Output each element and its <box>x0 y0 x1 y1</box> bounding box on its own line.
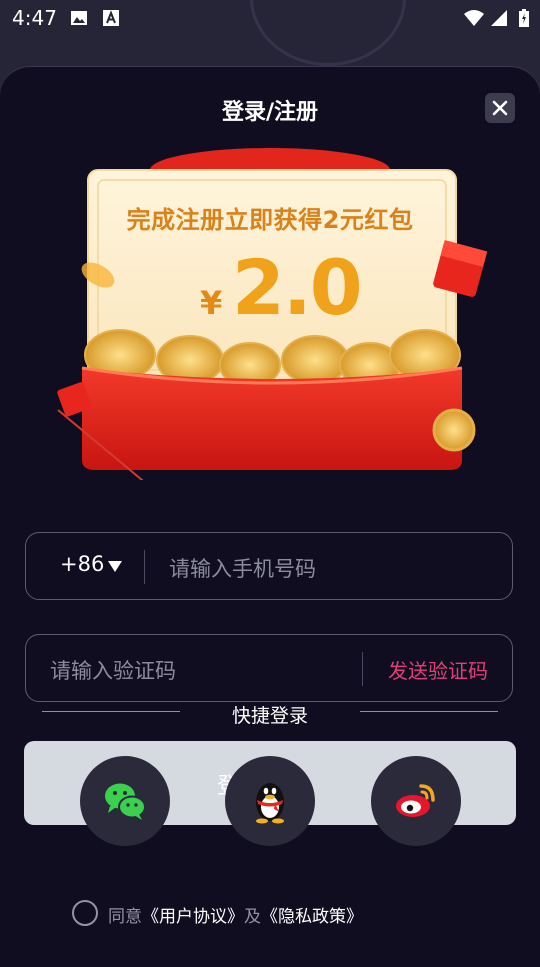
quick-login-title: 快捷登录 <box>231 705 308 727</box>
dialog-title: 登录/注册 <box>221 100 319 125</box>
promo-amount: 2.0 <box>232 243 363 332</box>
phone-field: +86 请输入手机号码 <box>25 532 513 600</box>
status-time: 4:47 <box>12 6 57 30</box>
verification-code-input[interactable]: 请输入验证码 <box>50 655 176 685</box>
user-agreement-link[interactable]: 《用户协议》 <box>142 907 244 927</box>
phone-input[interactable]: 请输入手机号码 <box>169 553 316 583</box>
privacy-policy-link[interactable]: 《隐私政策》 <box>261 907 363 927</box>
image-icon <box>71 11 87 25</box>
send-code-button[interactable]: 发送验证码 <box>388 655 488 684</box>
weibo-icon <box>396 784 435 817</box>
dropdown-arrow-icon[interactable] <box>108 561 122 572</box>
close-icon <box>492 100 508 116</box>
wechat-icon <box>105 783 146 820</box>
verification-code-field: 请输入验证码 发送验证码 <box>25 634 513 702</box>
background-decoration <box>250 0 406 66</box>
field-divider <box>144 550 145 584</box>
wifi-icon <box>464 10 484 26</box>
agreement-and: 及 <box>244 907 261 927</box>
qq-login-button[interactable] <box>225 756 315 846</box>
country-code-selector[interactable]: +86 <box>60 552 104 576</box>
qq-icon <box>256 783 284 824</box>
weibo-login-button[interactable] <box>371 756 461 846</box>
agreement-text: 同意《用户协议》及《隐私政策》 <box>108 902 363 927</box>
battery-icon <box>519 9 529 27</box>
close-button[interactable] <box>485 93 515 123</box>
field-divider <box>362 652 363 686</box>
wechat-login-button[interactable] <box>80 756 170 846</box>
font-icon <box>103 10 119 26</box>
agreement-checkbox[interactable] <box>72 900 98 926</box>
signal-icon <box>491 10 507 26</box>
agreement-prefix: 同意 <box>108 907 142 927</box>
promo-currency: ¥ <box>200 284 223 322</box>
promo-headline: 完成注册立即获得2元红包 <box>126 206 414 234</box>
